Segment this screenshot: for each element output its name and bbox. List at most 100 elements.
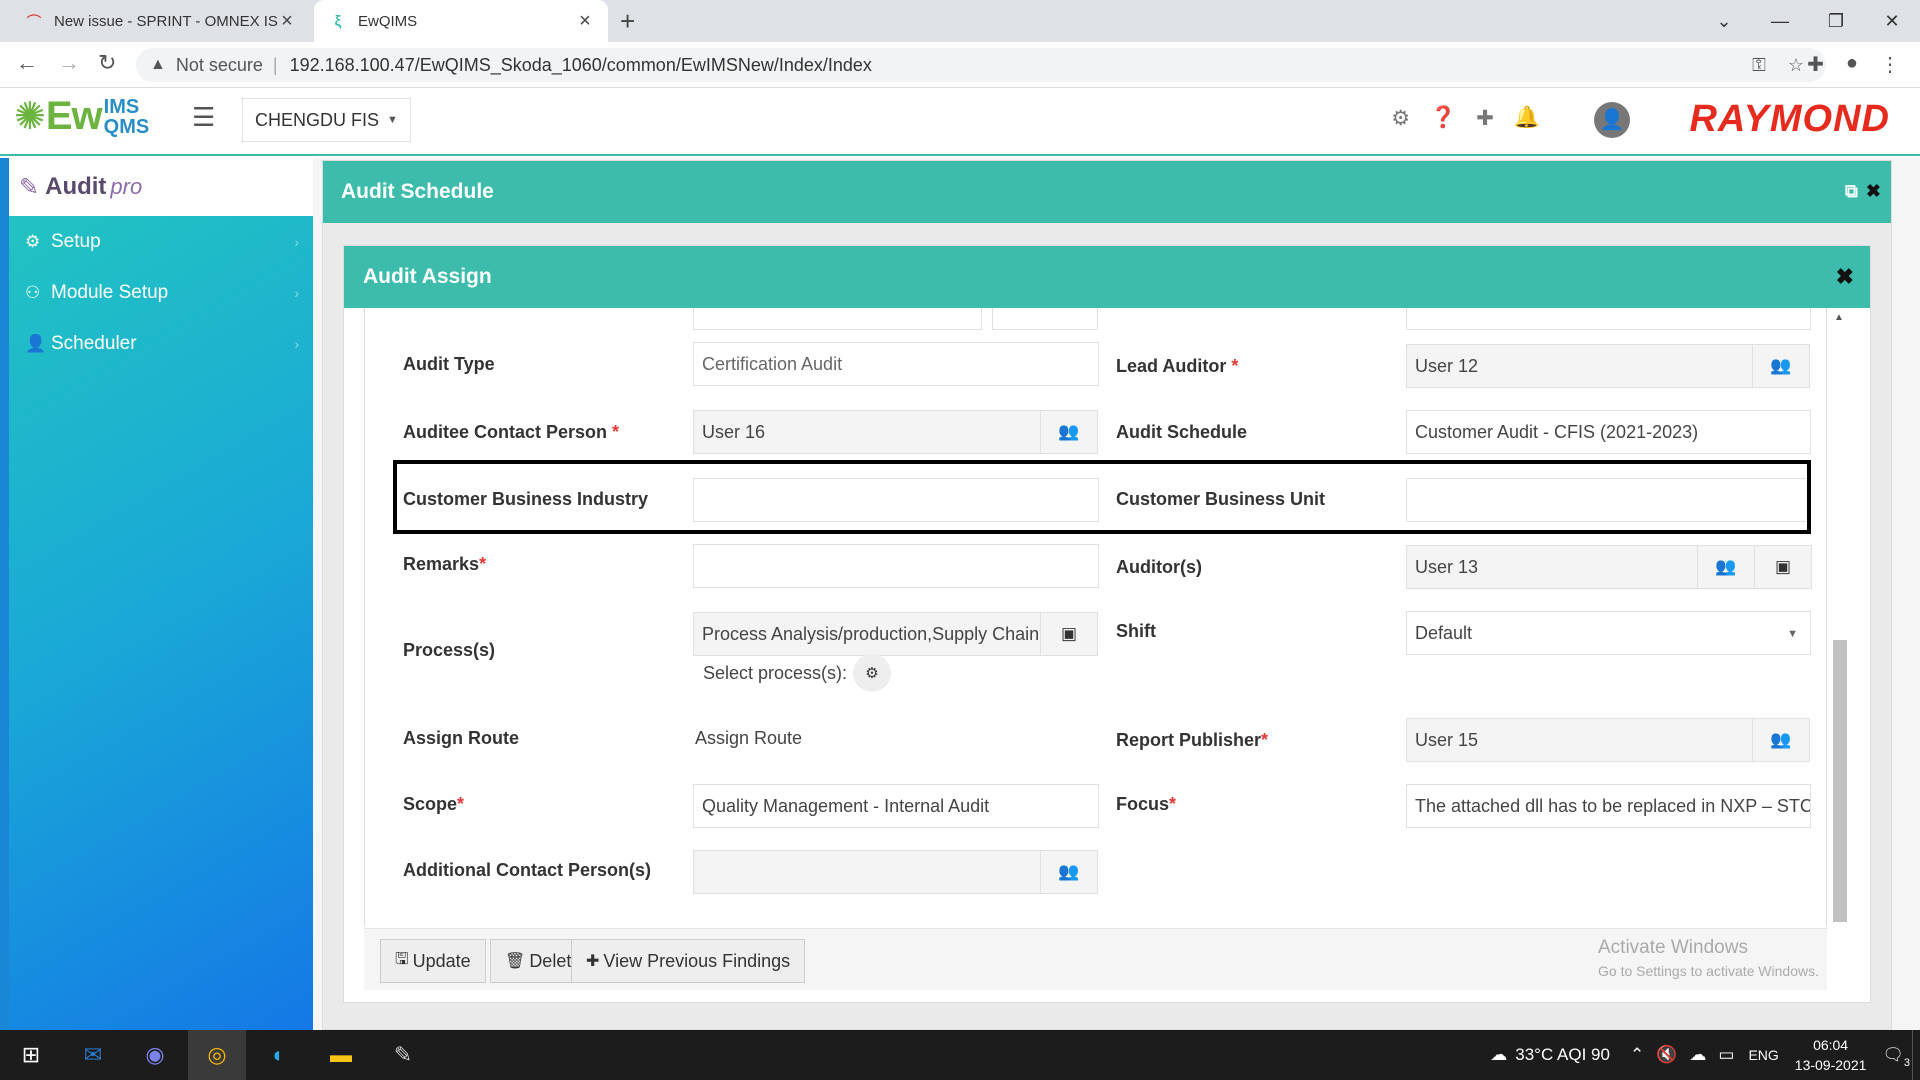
caret-down-icon: ▼ <box>387 114 398 126</box>
notifications-bell-icon[interactable]: 🔔 <box>1514 106 1540 131</box>
processes-field[interactable]: Process Analysis/production,Supply Chain <box>693 612 1041 656</box>
onedrive-icon[interactable]: ☁ <box>1689 1045 1706 1065</box>
sidebar-item-label: Setup <box>51 230 101 252</box>
auditpro-logo: ✎ Audit pro <box>9 158 313 216</box>
language-indicator[interactable]: ENG <box>1748 1047 1778 1063</box>
omnibox[interactable]: ▲ Not secure | 192.168.100.47/EwQIMS_Sko… <box>136 48 1826 82</box>
jira-favicon-icon: ⌒ <box>26 13 42 31</box>
help-icon[interactable]: ❓ <box>1430 106 1456 131</box>
audit-schedule-field[interactable]: Customer Audit - CFIS (2021-2023) <box>1406 410 1811 454</box>
external-link-icon[interactable]: ⧉ <box>1845 181 1858 202</box>
remarks-field[interactable] <box>693 544 1099 588</box>
lead-auditor-field[interactable]: User 12 <box>1406 344 1753 388</box>
edge-icon[interactable]: ◐ <box>250 1030 308 1080</box>
hidden-field-2[interactable] <box>992 308 1098 330</box>
user-avatar[interactable]: 👤 <box>1594 102 1630 138</box>
additional-contacts-field[interactable] <box>693 850 1041 894</box>
plus-icon: ✚ <box>586 953 600 970</box>
trash-icon: 🗑 <box>505 953 526 970</box>
tab-title: EwQIMS <box>358 12 418 30</box>
modal-close-icon[interactable]: ✖ <box>1836 264 1854 290</box>
auditors-field[interactable]: User 13 <box>1406 545 1698 589</box>
ewqims-logo[interactable]: ✺ Ew IMS QMS <box>14 94 149 139</box>
windows-start-icon[interactable]: ⊞ <box>2 1030 60 1080</box>
system-clock[interactable]: 06:04 13-09-2021 <box>1795 1035 1867 1075</box>
hidden-field-3[interactable] <box>1406 308 1811 330</box>
processes-address-book-button[interactable]: ▣ <box>1040 612 1098 656</box>
tray-chevron-up-icon[interactable]: ⌃ <box>1630 1045 1644 1065</box>
report-publisher-field[interactable]: User 15 <box>1406 718 1753 762</box>
focus-field[interactable]: The attached dll has to be replaced in N… <box>1406 784 1811 828</box>
auditors-address-book-button[interactable]: ▣ <box>1754 545 1812 589</box>
extensions-puzzle-icon[interactable]: ✚ <box>1807 52 1824 77</box>
update-button[interactable]: 🖫 Update <box>380 939 486 983</box>
company-brand: RAYMOND <box>1689 98 1890 140</box>
hidden-field-1[interactable] <box>693 308 982 330</box>
close-tab-icon[interactable]: × <box>576 10 594 33</box>
chevron-right-icon: › <box>294 335 299 352</box>
sidebar-item-setup[interactable]: ⚙ Setup › <box>9 216 313 267</box>
form-scrollbar[interactable]: ▲ <box>1830 312 1850 926</box>
user-clock-icon: 👤 <box>25 333 47 353</box>
show-desktop[interactable] <box>1912 1030 1920 1080</box>
caret-down-icon: ▼ <box>1787 628 1798 640</box>
panel-title: Audit Schedule <box>341 180 494 203</box>
new-tab-icon[interactable]: + <box>620 6 635 37</box>
shift-select-value: Default <box>1415 622 1473 643</box>
bookmark-star-icon[interactable]: ☆ <box>1788 55 1804 76</box>
scope-field[interactable]: Quality Management - Internal Audit <box>693 784 1099 828</box>
address-book-icon: ▣ <box>1060 624 1078 643</box>
auditee-contact-users-button[interactable]: 👥 <box>1040 410 1098 454</box>
forward-icon[interactable]: → <box>58 50 80 76</box>
warning-icon: ▲ <box>150 56 166 73</box>
window-close-icon[interactable]: ✕ <box>1864 11 1920 32</box>
file-explorer-icon[interactable]: ▬ <box>312 1030 370 1080</box>
key-icon[interactable]: ⚿ <box>1752 55 1766 76</box>
reload-icon[interactable]: ↻ <box>98 50 116 76</box>
profile-icon[interactable]: ● <box>1846 52 1858 77</box>
weather-cloud-icon: ☁ <box>1490 1045 1508 1064</box>
lead-auditor-users-button[interactable]: 👥 <box>1752 344 1810 388</box>
sidebar-item-module-setup[interactable]: ⚇ Module Setup › <box>9 267 313 318</box>
scroll-up-icon[interactable]: ▲ <box>1834 312 1844 323</box>
close-tab-icon[interactable]: × <box>278 10 296 33</box>
back-icon[interactable]: ← <box>16 50 38 76</box>
maximize-icon[interactable]: ❐ <box>1808 11 1864 32</box>
browser-tab-ewqims[interactable]: ξ EwQIMS × <box>314 0 608 42</box>
audit-type-field[interactable]: Certification Audit <box>693 342 1099 386</box>
settings-gear-icon[interactable]: ⚙ <box>1391 106 1410 131</box>
browser-tab-jira[interactable]: ⌒ New issue - SPRINT - OMNEX ISS × <box>10 0 310 42</box>
additional-contacts-users-button[interactable]: 👥 <box>1040 850 1098 894</box>
address-bar: ← → ↻ ▲ Not secure | 192.168.100.47/EwQI… <box>0 42 1920 88</box>
minimize-icon[interactable]: — <box>1752 11 1808 32</box>
weather-text[interactable]: 33°C AQI 90 <box>1515 1045 1610 1065</box>
site-selector[interactable]: CHENGDU FIS ▼ <box>242 98 411 142</box>
report-publisher-label: Report Publisher* <box>1116 730 1269 750</box>
report-publisher-users-button[interactable]: 👥 <box>1752 718 1810 762</box>
auditee-contact-field[interactable]: User 16 <box>693 410 1041 454</box>
notification-count: 3 <box>1903 1057 1910 1069</box>
teams-icon[interactable]: ◉ <box>126 1030 184 1080</box>
auditpro-logo-suffix: pro <box>110 174 143 199</box>
shift-label: Shift <box>1116 621 1156 641</box>
shift-select[interactable]: Default ▼ <box>1406 611 1811 655</box>
scroll-thumb[interactable] <box>1833 640 1847 922</box>
auditors-users-button[interactable]: 👥 <box>1697 545 1755 589</box>
select-processes-button[interactable]: ⚙ <box>853 654 891 692</box>
chrome-icon[interactable]: ◎ <box>188 1030 246 1080</box>
panel-close-icon[interactable]: ✖ <box>1866 181 1881 202</box>
url-text[interactable]: 192.168.100.47/EwQIMS_Skoda_1060/common/… <box>290 55 1753 76</box>
auditpro-logo-icon: ✎ <box>19 173 40 201</box>
volume-muted-icon[interactable]: 🔇 <box>1656 1045 1677 1065</box>
tab-search-icon[interactable]: ⌄ <box>1696 11 1752 32</box>
outlook-icon[interactable]: ✉ <box>64 1030 122 1080</box>
audit-schedule-header: Audit Schedule ⧉ ✖ <box>323 161 1891 223</box>
network-icon[interactable]: ▭ <box>1718 1045 1734 1065</box>
paint-icon[interactable]: ✎ <box>374 1030 432 1080</box>
hamburger-menu-icon[interactable]: ☰ <box>192 102 215 133</box>
view-previous-findings-button[interactable]: ✚ View Previous Findings <box>571 939 806 983</box>
browser-menu-icon[interactable]: ⋮ <box>1880 52 1900 77</box>
notification-center-icon[interactable]: 🗨 3 <box>1882 1045 1910 1069</box>
sidebar-item-scheduler[interactable]: 👤 Scheduler › <box>9 318 313 369</box>
add-icon[interactable]: ✚ <box>1476 106 1494 131</box>
